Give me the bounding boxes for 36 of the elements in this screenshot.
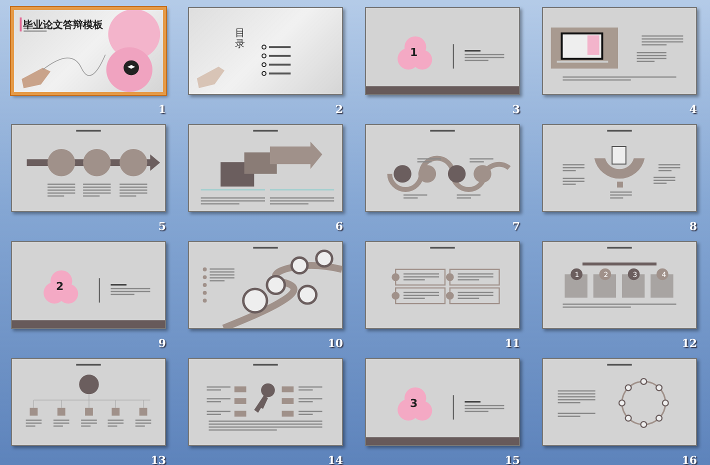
section-number: 1 (410, 46, 418, 59)
slide-number: 2 (335, 103, 343, 116)
slide-thumbnail[interactable] (188, 358, 343, 446)
slide-number: 5 (158, 220, 166, 233)
slide-thumbnail[interactable]: 目录 (188, 7, 343, 95)
slide-number: 8 (689, 220, 697, 233)
slide-thumbnail[interactable] (188, 241, 343, 329)
slide-thumbnail[interactable] (542, 124, 697, 212)
slide-thumbnail[interactable] (365, 124, 520, 212)
slide-thumbnail[interactable] (11, 358, 166, 446)
slide-number: 7 (512, 220, 520, 233)
slide-title: 目录 (235, 28, 245, 50)
slide-thumbnail[interactable] (542, 7, 697, 95)
slide-number: 15 (504, 454, 520, 465)
slide-thumbnail[interactable]: 3 (365, 358, 520, 446)
slide-number: 14 (328, 454, 343, 465)
slide-number: 11 (504, 337, 520, 350)
section-number: 3 (410, 397, 418, 410)
slide-thumbnail[interactable]: 2 (11, 241, 166, 329)
slide-number: 9 (158, 337, 166, 350)
slide-thumbnail[interactable] (365, 241, 520, 329)
slide-title: 毕业论文答辩模板 (23, 18, 103, 32)
slide-thumbnail[interactable] (188, 124, 343, 212)
slide-number: 13 (150, 454, 166, 465)
slide-number: 4 (689, 103, 697, 116)
slide-number: 12 (682, 337, 697, 350)
slide-thumbnail[interactable] (542, 358, 697, 446)
slide-number: 10 (328, 337, 343, 350)
slide-number: 3 (512, 103, 520, 116)
slide-number: 16 (682, 454, 697, 465)
slide-number: 6 (335, 220, 343, 233)
slide-thumbnail[interactable]: 毕业论文答辩模板 (11, 7, 166, 95)
slide-number: 1 (158, 103, 166, 116)
slide-thumbnail[interactable] (11, 124, 166, 212)
slide-thumbnail[interactable]: 1 (365, 7, 520, 95)
section-number: 2 (56, 280, 64, 293)
